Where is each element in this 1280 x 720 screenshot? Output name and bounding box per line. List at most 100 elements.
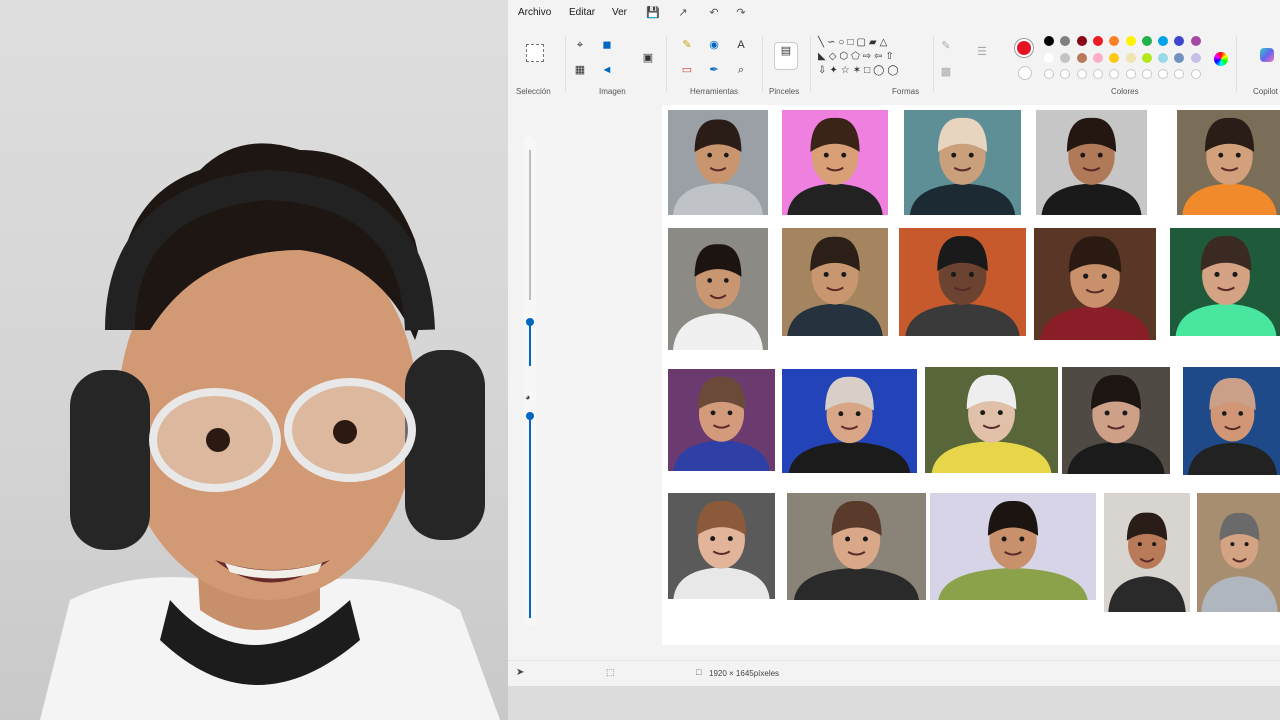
canvas-dimensions: 1920 × 1645píxeles: [709, 669, 780, 678]
custom-color-slot[interactable]: [1076, 69, 1087, 79]
opacity-thumb[interactable]: [526, 412, 534, 420]
drawing-canvas[interactable]: [662, 105, 1280, 645]
color-swatch[interactable]: [1044, 53, 1054, 63]
ribbon-divider: [762, 36, 763, 92]
custom-color-slot[interactable]: [1174, 69, 1185, 79]
creator-photo: [1177, 110, 1280, 215]
color-swatch[interactable]: [1109, 53, 1120, 63]
fill-shape-icon[interactable]: ▩: [938, 64, 954, 80]
ribbon-divider: [565, 36, 566, 92]
color-swatch[interactable]: [1076, 36, 1087, 46]
color-swatch[interactable]: [1092, 36, 1103, 46]
creator-photo: [787, 493, 926, 600]
color-swatch[interactable]: [1190, 53, 1201, 63]
creator-photo: [1034, 228, 1156, 340]
color-swatch[interactable]: [1141, 36, 1152, 46]
status-bar: ➤ ⬚ □ 1920 × 1645píxeles: [508, 660, 1280, 686]
shapes-gallery[interactable]: ╲∽○□▢▰△ ◣◇⬡⬠⇨⇦⇧ ⇩✦☆✶□◯◯: [818, 36, 923, 80]
color-picker-icon[interactable]: ✒: [706, 62, 722, 78]
ribbon-divider: [666, 36, 667, 92]
save-icon[interactable]: 💾: [646, 6, 660, 20]
color-swatch[interactable]: [1076, 53, 1087, 63]
select-all-icon[interactable]: ▦: [572, 62, 588, 78]
opacity-icon: ◕: [525, 392, 531, 402]
redo-icon[interactable]: ↷: [734, 6, 748, 20]
creator-photo: [1183, 367, 1280, 475]
shapes-row: ◣◇⬡⬠⇨⇦⇧: [818, 51, 897, 62]
paint-window: Archivo Editar Ver 💾 ↗ ↶ ↷ Selección ⌖ ◼…: [508, 0, 1280, 686]
zoom-slider[interactable]: ◕: [524, 136, 536, 626]
group-label-image: Imagen: [599, 87, 626, 96]
color-swatch[interactable]: [1174, 53, 1185, 63]
text-icon[interactable]: A: [733, 37, 749, 53]
color-swatch[interactable]: [1190, 36, 1201, 46]
creator-photo: [1197, 493, 1280, 612]
creator-photo: [782, 110, 888, 215]
eraser-icon[interactable]: ▭: [679, 62, 695, 78]
resize-icon[interactable]: ◼: [599, 37, 615, 53]
color-swatch[interactable]: [1092, 53, 1103, 63]
outline-icon[interactable]: ✎: [938, 38, 954, 54]
share-icon[interactable]: ↗: [676, 6, 690, 20]
group-label-tools: Herramientas: [690, 87, 739, 96]
magnifier-icon[interactable]: ⌕: [733, 62, 749, 78]
creator-photo: [668, 110, 768, 215]
group-label-copilot: Copilot: [1253, 87, 1278, 96]
creator-photo: [782, 228, 888, 336]
size-icon[interactable]: ☰: [974, 44, 990, 60]
color-swatch[interactable]: [1109, 36, 1120, 46]
creator-photo: [668, 369, 775, 471]
creator-photo: [904, 110, 1021, 215]
group-label-shapes: Formas: [892, 87, 920, 96]
canvas-size-icon: □: [696, 667, 702, 677]
creator-photo: [782, 369, 917, 473]
color-swatch[interactable]: [1158, 36, 1169, 46]
crop-icon[interactable]: ⌖: [572, 37, 588, 53]
fill-icon[interactable]: ◉: [706, 37, 722, 53]
menu-edit[interactable]: Editar: [569, 7, 595, 18]
color-swatch[interactable]: [1125, 36, 1136, 46]
secondary-color-swatch[interactable]: [1018, 66, 1032, 80]
creator-photo: [1062, 367, 1170, 474]
ribbon-divider: [1236, 36, 1237, 92]
custom-color-slot[interactable]: [1190, 69, 1201, 79]
color-swatch[interactable]: [1044, 36, 1054, 46]
cursor-icon: ➤: [516, 667, 525, 678]
custom-color-slot[interactable]: [1158, 69, 1169, 79]
color-swatch[interactable]: [1060, 53, 1071, 63]
slider-thumb[interactable]: [526, 318, 534, 326]
color-swatch[interactable]: [1060, 36, 1071, 46]
creator-photo: [1036, 110, 1147, 215]
slider-fill: [529, 321, 531, 366]
group-label-brushes: Pinceles: [769, 87, 800, 96]
webcam-overlay: [0, 0, 508, 720]
slider-track: [529, 150, 531, 300]
rotate-icon[interactable]: ◄: [599, 62, 615, 78]
custom-color-slot[interactable]: [1125, 69, 1136, 79]
menu-view[interactable]: Ver: [612, 7, 627, 18]
ribbon: Selección ⌖ ◼ ▦ ◄ ▣ Imagen ✎ ◉ A ▭ ✒ ⌕ H…: [508, 28, 1280, 100]
edit-colors-icon[interactable]: [1214, 52, 1228, 66]
menu-file[interactable]: Archivo: [518, 7, 551, 18]
color-swatch[interactable]: [1158, 53, 1169, 63]
creator-photo: [925, 367, 1058, 473]
pencil-icon[interactable]: ✎: [679, 37, 695, 53]
streamer-portrait: [40, 143, 500, 720]
custom-color-slot[interactable]: [1060, 69, 1071, 79]
custom-color-slot[interactable]: [1092, 69, 1103, 79]
color-swatch[interactable]: [1141, 53, 1152, 63]
brush-icon[interactable]: ▤: [774, 42, 798, 70]
group-label-colors: Colores: [1111, 87, 1139, 96]
color-swatch[interactable]: [1125, 53, 1136, 63]
opacity-fill: [529, 414, 531, 618]
image-edit-icon[interactable]: ▣: [640, 50, 656, 66]
copilot-icon[interactable]: [1260, 48, 1274, 62]
primary-color-swatch[interactable]: [1015, 39, 1033, 57]
custom-color-slot[interactable]: [1109, 69, 1120, 79]
custom-color-slot[interactable]: [1141, 69, 1152, 79]
undo-icon[interactable]: ↶: [707, 6, 721, 20]
select-rect-icon[interactable]: [526, 44, 544, 62]
custom-color-slot[interactable]: [1044, 69, 1054, 79]
creator-photo: [1104, 493, 1190, 612]
color-swatch[interactable]: [1174, 36, 1185, 46]
